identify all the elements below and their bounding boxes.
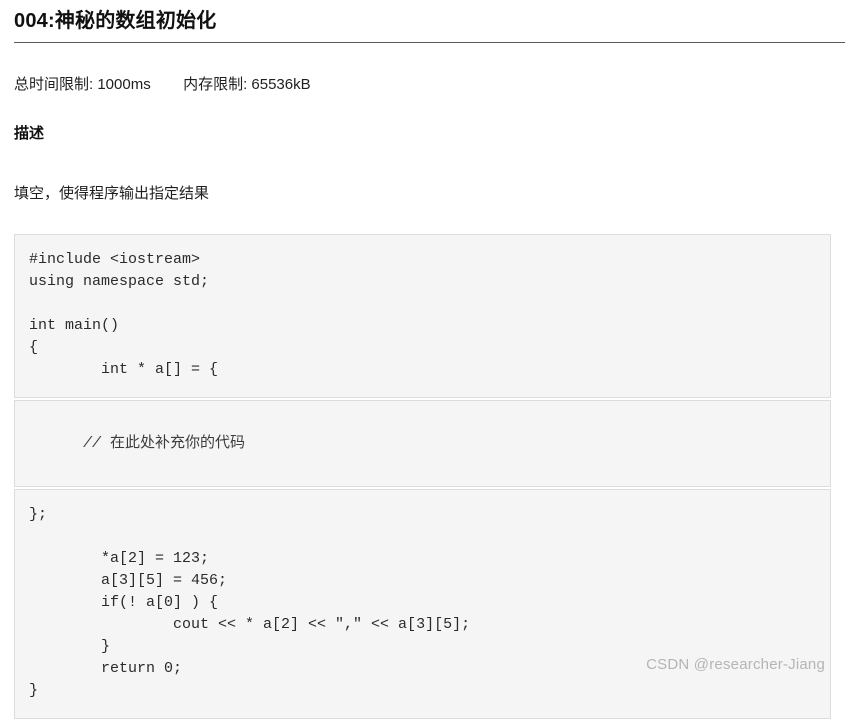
code-block-blank[interactable]: // 在此处补充你的代码 — [14, 400, 831, 487]
problem-page: 004:神秘的数组初始化 总时间限制: 1000ms 内存限制: 65536kB… — [0, 0, 859, 719]
memory-limit-value: 65536kB — [251, 76, 311, 93]
watermark: CSDN @researcher-Jiang — [646, 656, 825, 673]
limits-row: 总时间限制: 1000ms 内存限制: 65536kB — [14, 43, 845, 95]
memory-limit-label: 内存限制: — [183, 76, 248, 93]
code-block-bottom: }; *a[2] = 123; a[3][5] = 456; if(! a[0]… — [14, 489, 831, 719]
time-limit-value: 1000ms — [97, 76, 151, 93]
page-title: 004:神秘的数组初始化 — [14, 10, 217, 32]
time-limit-label: 总时间限制: — [14, 76, 94, 93]
code-stack: #include <iostream> using namespace std;… — [14, 204, 845, 719]
blank-comment: // 在此处补充你的代码 — [83, 434, 246, 452]
description-heading: 描述 — [14, 125, 45, 142]
blank-comment-text: 在此处补充你的代码 — [110, 434, 246, 451]
comment-slashes: // — [83, 435, 102, 452]
description-text: 填空，使得程序输出指定结果 — [14, 185, 210, 202]
code-block-top: #include <iostream> using namespace std;… — [14, 234, 831, 398]
